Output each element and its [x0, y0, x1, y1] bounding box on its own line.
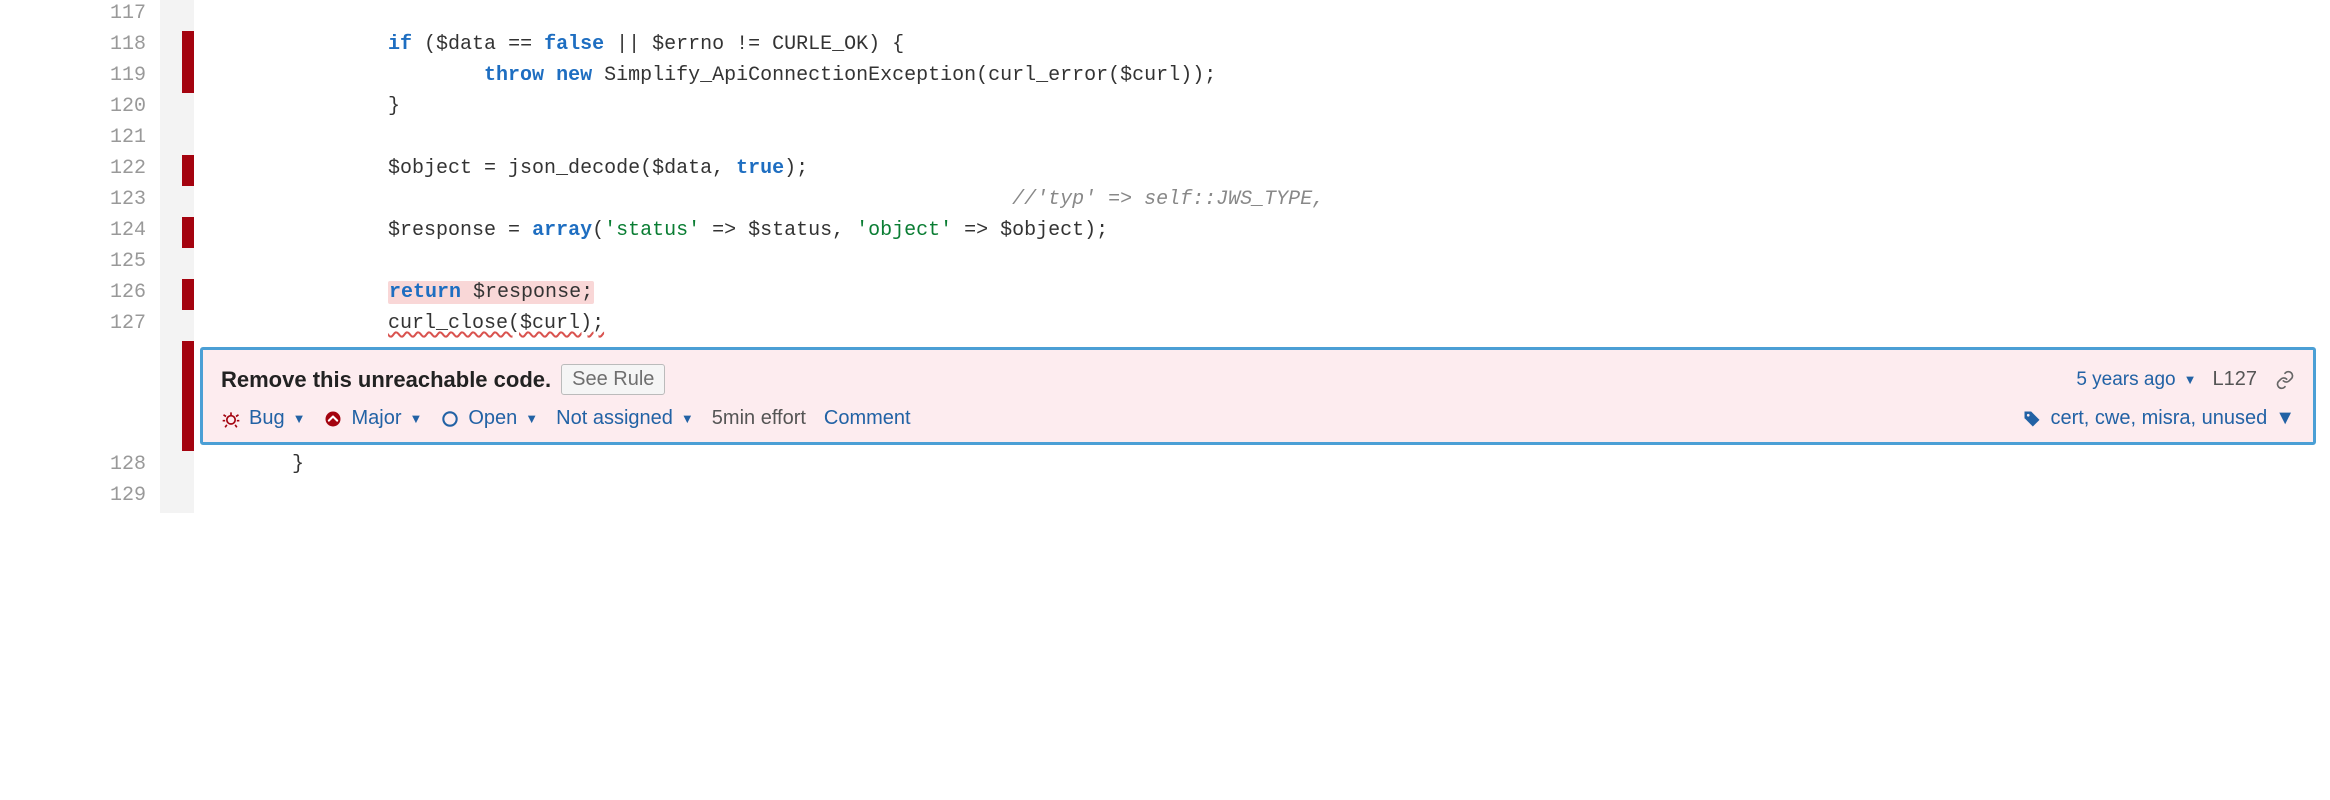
- line-number: 121: [0, 124, 160, 155]
- chevron-down-icon: ▼: [293, 411, 306, 426]
- coverage-marker: [182, 62, 194, 93]
- issue-status-label: Open: [468, 407, 517, 430]
- code-line: 126 return $response;: [0, 279, 2330, 310]
- issue-assignee-label: Not assigned: [556, 407, 673, 430]
- permalink-icon[interactable]: [2275, 370, 2295, 390]
- code-line: 118 if ($data == false || $errno != CURL…: [0, 31, 2330, 62]
- line-number: 122: [0, 155, 160, 186]
- code-line: 125: [0, 248, 2330, 279]
- issue-age[interactable]: 5 years ago ▼: [2076, 369, 2196, 391]
- code-line: 127 curl_close($curl);: [0, 310, 2330, 341]
- line-number: 118: [0, 31, 160, 62]
- issue-title: Remove this unreachable code.: [221, 367, 551, 393]
- gutter: [160, 279, 194, 310]
- code-content: if ($data == false || $errno != CURLE_OK…: [194, 31, 2330, 62]
- line-number: 129: [0, 482, 160, 513]
- issue-type-label: Bug: [249, 407, 285, 430]
- coverage-marker: [182, 31, 194, 62]
- line-number-blank: [0, 341, 160, 451]
- tail-code-area: 128 }129: [0, 451, 2330, 513]
- chevron-down-icon: ▼: [409, 411, 422, 426]
- line-number: 128: [0, 451, 160, 482]
- line-number: 124: [0, 217, 160, 248]
- code-line: 119 throw new Simplify_ApiConnectionExce…: [0, 62, 2330, 93]
- gutter: [160, 341, 194, 451]
- code-content: return $response;: [194, 279, 2330, 310]
- code-content: }: [194, 93, 2330, 124]
- code-area: 117118 if ($data == false || $errno != C…: [0, 0, 2330, 341]
- coverage-marker: [182, 155, 194, 186]
- code-line: 120 }: [0, 93, 2330, 124]
- tag-icon: [2022, 409, 2042, 429]
- line-number: 125: [0, 248, 160, 279]
- gutter: [160, 217, 194, 248]
- code-line: 122 $object = json_decode($data, true);: [0, 155, 2330, 186]
- severity-major-icon: [323, 409, 343, 429]
- issue-type-selector[interactable]: Bug ▼: [221, 407, 305, 430]
- gutter: [160, 186, 194, 217]
- line-number: 126: [0, 279, 160, 310]
- code-content: [194, 124, 2330, 155]
- gutter: [160, 124, 194, 155]
- coverage-marker: [182, 279, 194, 310]
- coverage-marker: [182, 217, 194, 248]
- code-content: $object = json_decode($data, true);: [194, 155, 2330, 186]
- chevron-down-icon: ▼: [2184, 372, 2197, 387]
- code-line: 123 //'typ' => self::JWS_TYPE,: [0, 186, 2330, 217]
- code-line: 129: [0, 482, 2330, 513]
- code-line: 117: [0, 0, 2330, 31]
- code-content: curl_close($curl);: [194, 310, 2330, 341]
- gutter: [160, 310, 194, 341]
- code-content: $response = array('status' => $status, '…: [194, 217, 2330, 248]
- code-content: //'typ' => self::JWS_TYPE,: [194, 186, 2330, 217]
- chevron-down-icon: ▼: [2275, 407, 2295, 430]
- line-number: 127: [0, 310, 160, 341]
- issue-comment-link[interactable]: Comment: [824, 407, 911, 430]
- gutter: [160, 155, 194, 186]
- issue-assignee-selector[interactable]: Not assigned ▼: [556, 407, 694, 430]
- gutter: [160, 0, 194, 31]
- chevron-down-icon: ▼: [525, 411, 538, 426]
- line-number: 119: [0, 62, 160, 93]
- line-number: 117: [0, 0, 160, 31]
- issue-status-selector[interactable]: Open ▼: [440, 407, 538, 430]
- code-content: [194, 0, 2330, 31]
- gutter: [160, 482, 194, 513]
- gutter: [160, 451, 194, 482]
- code-line: 124 $response = array('status' => $statu…: [0, 217, 2330, 248]
- issue-severity-label: Major: [351, 407, 401, 430]
- code-content: }: [194, 451, 2330, 482]
- issue-box: Remove this unreachable code. See Rule 5…: [200, 347, 2316, 445]
- code-content: [194, 482, 2330, 513]
- issue-tags-label: cert, cwe, misra, unused: [2050, 407, 2267, 430]
- issue-tags-selector[interactable]: cert, cwe, misra, unused ▼: [2022, 407, 2295, 430]
- bug-icon: [221, 409, 241, 429]
- code-content: [194, 248, 2330, 279]
- issue-severity-selector[interactable]: Major ▼: [323, 407, 422, 430]
- issue-effort: 5min effort: [712, 407, 806, 430]
- coverage-marker: [182, 341, 194, 451]
- line-number: 123: [0, 186, 160, 217]
- gutter: [160, 62, 194, 93]
- gutter: [160, 93, 194, 124]
- line-number: 120: [0, 93, 160, 124]
- issue-age-text: 5 years ago: [2076, 369, 2175, 391]
- issue-row: Remove this unreachable code. See Rule 5…: [0, 341, 2330, 451]
- see-rule-button[interactable]: See Rule: [561, 364, 665, 395]
- status-open-icon: [440, 409, 460, 429]
- chevron-down-icon: ▼: [681, 411, 694, 426]
- gutter: [160, 248, 194, 279]
- gutter: [160, 31, 194, 62]
- code-content: throw new Simplify_ApiConnectionExceptio…: [194, 62, 2330, 93]
- code-line: 128 }: [0, 451, 2330, 482]
- code-line: 121: [0, 124, 2330, 155]
- issue-line-ref: L127: [2213, 368, 2258, 391]
